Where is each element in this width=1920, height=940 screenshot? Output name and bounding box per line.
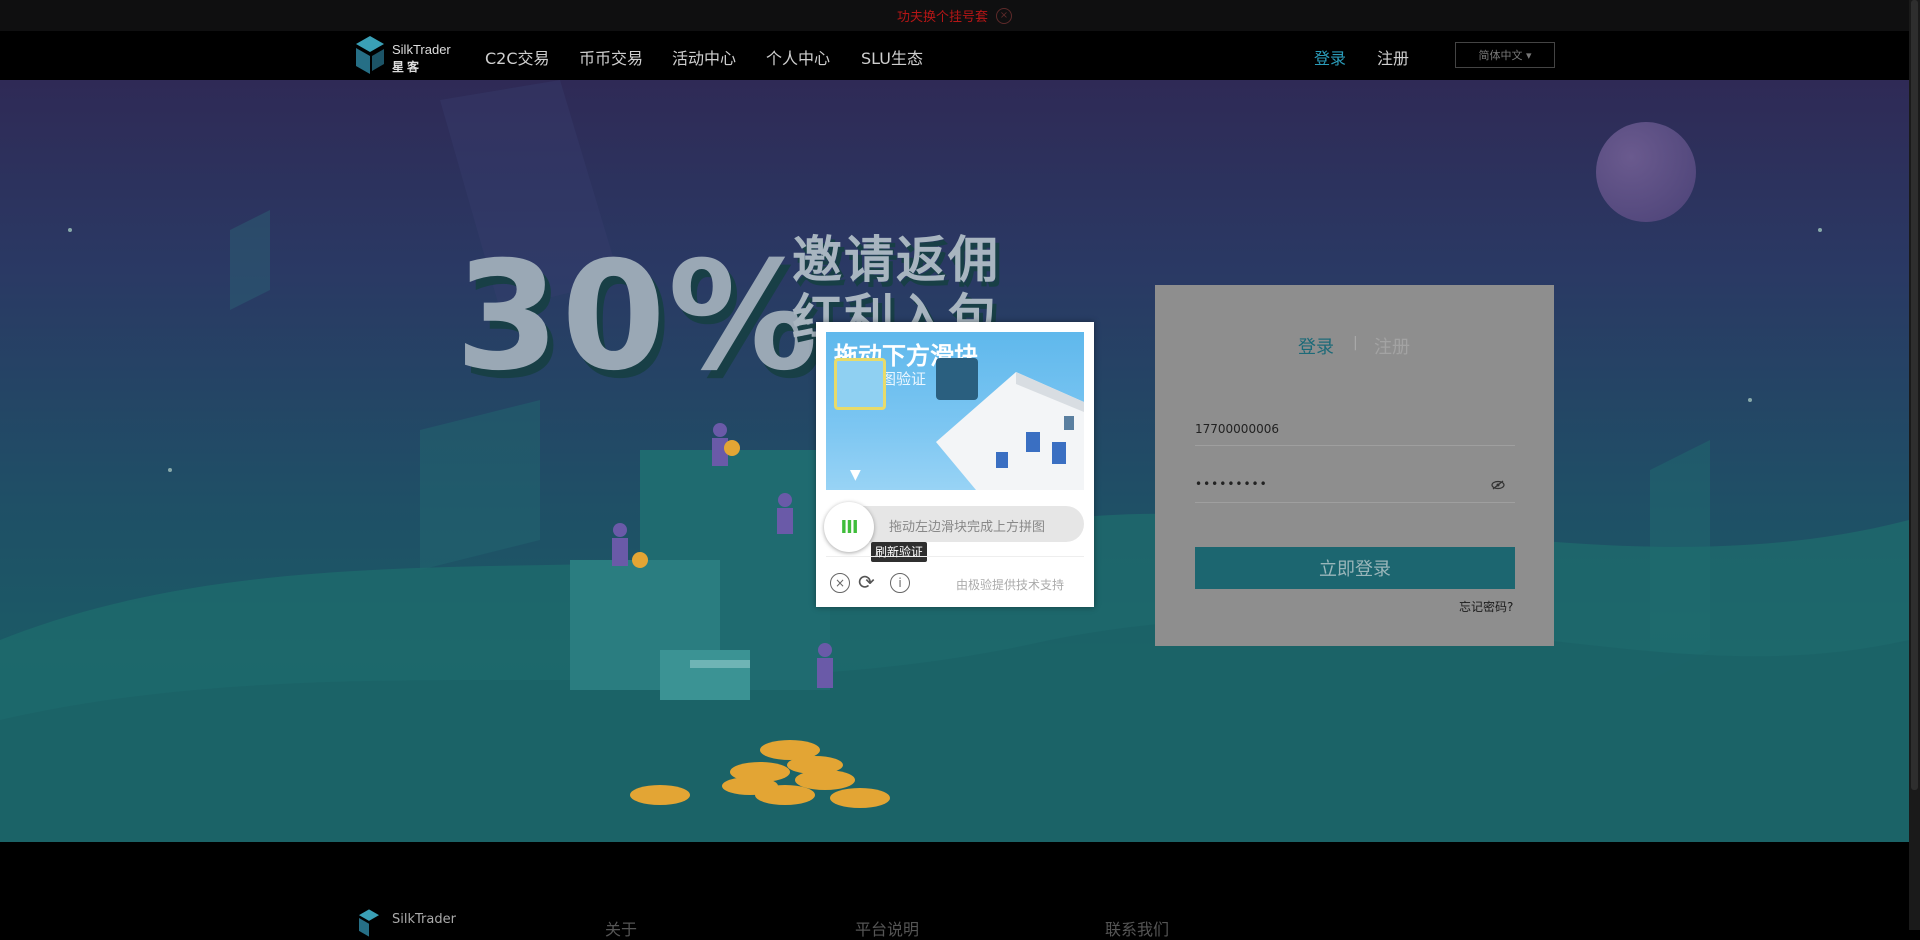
nav-item-profile[interactable]: 个人中心 (766, 45, 830, 69)
logo-cn-text: 星客 (392, 60, 423, 74)
logo-text: SilkTrader (392, 42, 451, 57)
puzzle-piece[interactable] (834, 358, 886, 410)
footer-platform[interactable]: 平台说明 (855, 916, 919, 940)
refresh-icon[interactable]: ⟳ (858, 570, 875, 594)
tab-register[interactable]: 注册 (1374, 333, 1410, 359)
slider-handle[interactable]: III (824, 502, 874, 552)
footer-logo-icon (359, 909, 379, 937)
slider-hint: 拖动左边滑块完成上方拼图 (889, 520, 1046, 535)
captcha-divider (826, 556, 1084, 557)
logo[interactable]: SilkTrader 星客 (354, 34, 458, 76)
nav-item-activity[interactable]: 活动中心 (672, 45, 736, 69)
nav-login-link[interactable]: 登录 (1314, 45, 1346, 69)
puzzle-slot (936, 358, 978, 400)
nav-item-spot[interactable]: 币币交易 (579, 45, 643, 69)
login-card: 登录 | 注册 17700000006 ••••••••• 立即登录 忘记密码? (1155, 285, 1554, 646)
notice-bar: 功夫换个挂号套 × (0, 0, 1909, 31)
eye-off-icon[interactable] (1491, 479, 1505, 493)
info-icon[interactable]: i (890, 573, 910, 593)
footer-logo-text: SilkTrader (392, 912, 456, 927)
nav-item-c2c[interactable]: C2C交易 (485, 45, 550, 69)
footer: SilkTrader 关于 平台说明 联系我们 (0, 842, 1909, 939)
promo-percent: 30% (455, 230, 821, 404)
captcha-dialog: 拖动下方滑块 拼图验证 ▼ 拖动左边滑块完成上方拼图 III 刷新验证 × ⟳ … (816, 322, 1094, 607)
phone-input[interactable]: 17700000006 (1195, 422, 1279, 436)
captcha-image: 拖动下方滑块 拼图验证 ▼ (826, 332, 1084, 490)
language-select[interactable]: 简体中文 ▾ (1455, 42, 1555, 68)
password-underline (1195, 502, 1515, 503)
footer-contact[interactable]: 联系我们 (1105, 916, 1169, 940)
logo-mark-icon (356, 36, 384, 74)
footer-about[interactable]: 关于 (605, 916, 637, 940)
grip-icon: III (840, 516, 858, 538)
captcha-slider-track[interactable]: 拖动左边滑块完成上方拼图 III (824, 502, 1084, 552)
login-submit-button[interactable]: 立即登录 (1195, 547, 1515, 589)
powered-by[interactable]: 由极验提供技术支持 (956, 576, 1064, 593)
scrollbar-thumb[interactable] (1911, 0, 1918, 790)
forgot-password-link[interactable]: 忘记密码? (1459, 598, 1513, 615)
nav-item-slu[interactable]: SLU生态 (861, 45, 923, 69)
page-scrollbar[interactable] (1909, 0, 1920, 930)
password-input[interactable]: ••••••••• (1195, 477, 1268, 491)
refresh-tooltip: 刷新验证 (871, 542, 928, 562)
tab-login[interactable]: 登录 (1298, 333, 1334, 359)
tab-separator: | (1353, 335, 1358, 351)
top-nav: SilkTrader 星客 C2C交易 币币交易 活动中心 个人中心 SLU生态… (0, 31, 1909, 80)
nav-register-link[interactable]: 注册 (1377, 45, 1409, 69)
arrow-down-icon: ▼ (850, 467, 861, 483)
phone-underline (1195, 445, 1515, 446)
notice-text: 功夫换个挂号套 (896, 10, 988, 25)
close-icon[interactable]: × (830, 573, 850, 593)
close-icon[interactable]: × (996, 7, 1012, 24)
